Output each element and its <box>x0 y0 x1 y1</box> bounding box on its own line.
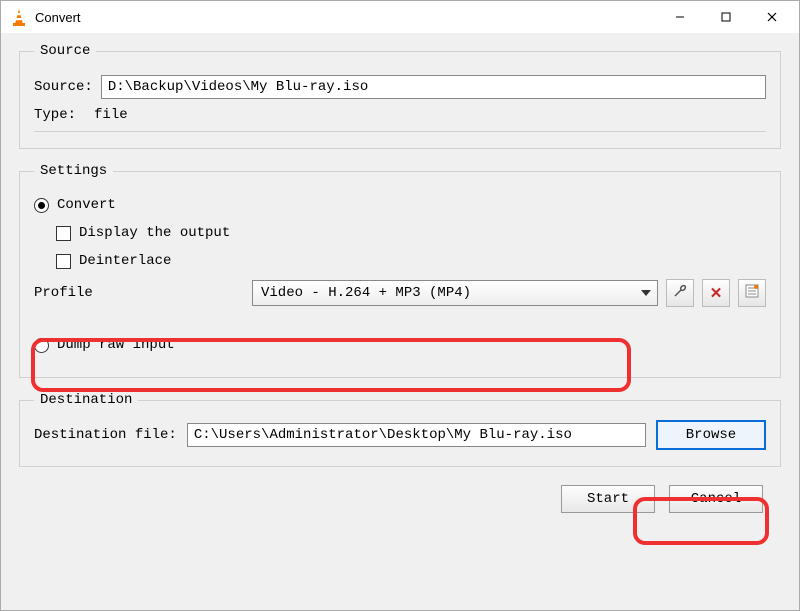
profile-select[interactable]: Video - H.264 + MP3 (MP4) <box>252 280 658 306</box>
destination-legend: Destination <box>34 392 138 408</box>
display-output-row[interactable]: Display the output <box>56 225 766 241</box>
convert-radio-row[interactable]: Convert <box>34 197 766 213</box>
radio-convert[interactable] <box>34 198 49 213</box>
window-title: Convert <box>35 10 81 25</box>
profile-selected-value: Video - H.264 + MP3 (MP4) <box>261 285 471 301</box>
close-button[interactable] <box>749 2 795 32</box>
start-button[interactable]: Start <box>561 485 655 513</box>
edit-profile-button[interactable] <box>666 279 694 307</box>
destination-file-label: Destination file: <box>34 427 177 443</box>
type-label: Type: <box>34 107 76 123</box>
dump-radio-label: Dump raw input <box>57 337 175 353</box>
deinterlace-row[interactable]: Deinterlace <box>56 253 766 269</box>
maximize-button[interactable] <box>703 2 749 32</box>
checkbox-deinterlace[interactable] <box>56 254 71 269</box>
checkbox-display-output[interactable] <box>56 226 71 241</box>
destination-file-input[interactable] <box>187 423 646 447</box>
radio-dump[interactable] <box>34 338 49 353</box>
source-label: Source: <box>34 79 93 95</box>
destination-group: Destination Destination file: Browse <box>19 392 781 467</box>
settings-legend: Settings <box>34 163 113 179</box>
footer-buttons: Start Cancel <box>19 481 781 513</box>
dump-radio-row[interactable]: Dump raw input <box>34 337 766 353</box>
type-value: file <box>84 107 128 123</box>
source-input[interactable] <box>101 75 766 99</box>
settings-group: Settings Convert Display the output Dein… <box>19 163 781 378</box>
source-legend: Source <box>34 43 96 59</box>
convert-window: Convert Source Source: Type: file Settin… <box>0 0 800 611</box>
profile-label: Profile <box>34 285 244 301</box>
deinterlace-label: Deinterlace <box>79 253 171 269</box>
list-icon <box>744 283 760 304</box>
chevron-down-icon <box>641 285 651 301</box>
browse-button[interactable]: Browse <box>656 420 766 450</box>
new-profile-button[interactable] <box>738 279 766 307</box>
titlebar: Convert <box>1 1 799 33</box>
source-group: Source Source: Type: file <box>19 43 781 149</box>
wrench-icon <box>672 283 688 304</box>
delete-icon: ✕ <box>710 284 723 302</box>
profile-row: Profile Video - H.264 + MP3 (MP4) ✕ <box>34 279 766 307</box>
cancel-button[interactable]: Cancel <box>669 485 763 513</box>
vlc-cone-icon <box>9 7 29 27</box>
convert-radio-label: Convert <box>57 197 116 213</box>
delete-profile-button[interactable]: ✕ <box>702 279 730 307</box>
divider <box>34 131 766 132</box>
minimize-button[interactable] <box>657 2 703 32</box>
display-output-label: Display the output <box>79 225 230 241</box>
